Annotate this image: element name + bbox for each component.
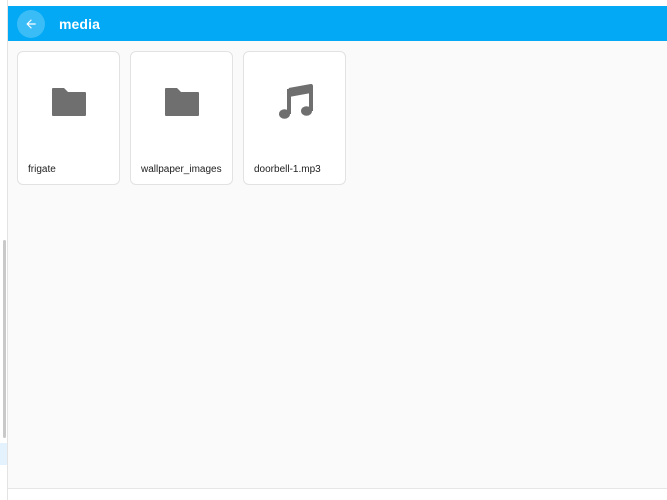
header-bar: media [8, 6, 667, 41]
folder-icon [164, 88, 199, 116]
media-browser-content: frigate wallpaper_images doorbell-1.mp3 [8, 41, 667, 488]
music-note-icon [278, 84, 313, 119]
media-item-label: frigate [28, 164, 56, 175]
media-item-doorbell-1-mp3[interactable]: doorbell-1.mp3 [243, 51, 346, 185]
left-selected-item-edge [0, 443, 7, 465]
media-item-label: wallpaper_images [141, 164, 222, 175]
bottom-divider [8, 488, 667, 489]
media-grid: frigate wallpaper_images doorbell-1.mp3 [17, 51, 346, 185]
left-scrollbar[interactable] [3, 240, 6, 438]
media-item-wallpaper-images[interactable]: wallpaper_images [130, 51, 233, 185]
media-item-frigate[interactable]: frigate [17, 51, 120, 185]
page: media frigate wallpaper_images doorbell-… [0, 0, 667, 500]
back-button[interactable] [17, 9, 45, 38]
media-item-label: doorbell-1.mp3 [254, 164, 321, 175]
folder-icon [51, 88, 86, 116]
page-title: media [59, 15, 100, 32]
arrow-left-icon [26, 18, 36, 29]
